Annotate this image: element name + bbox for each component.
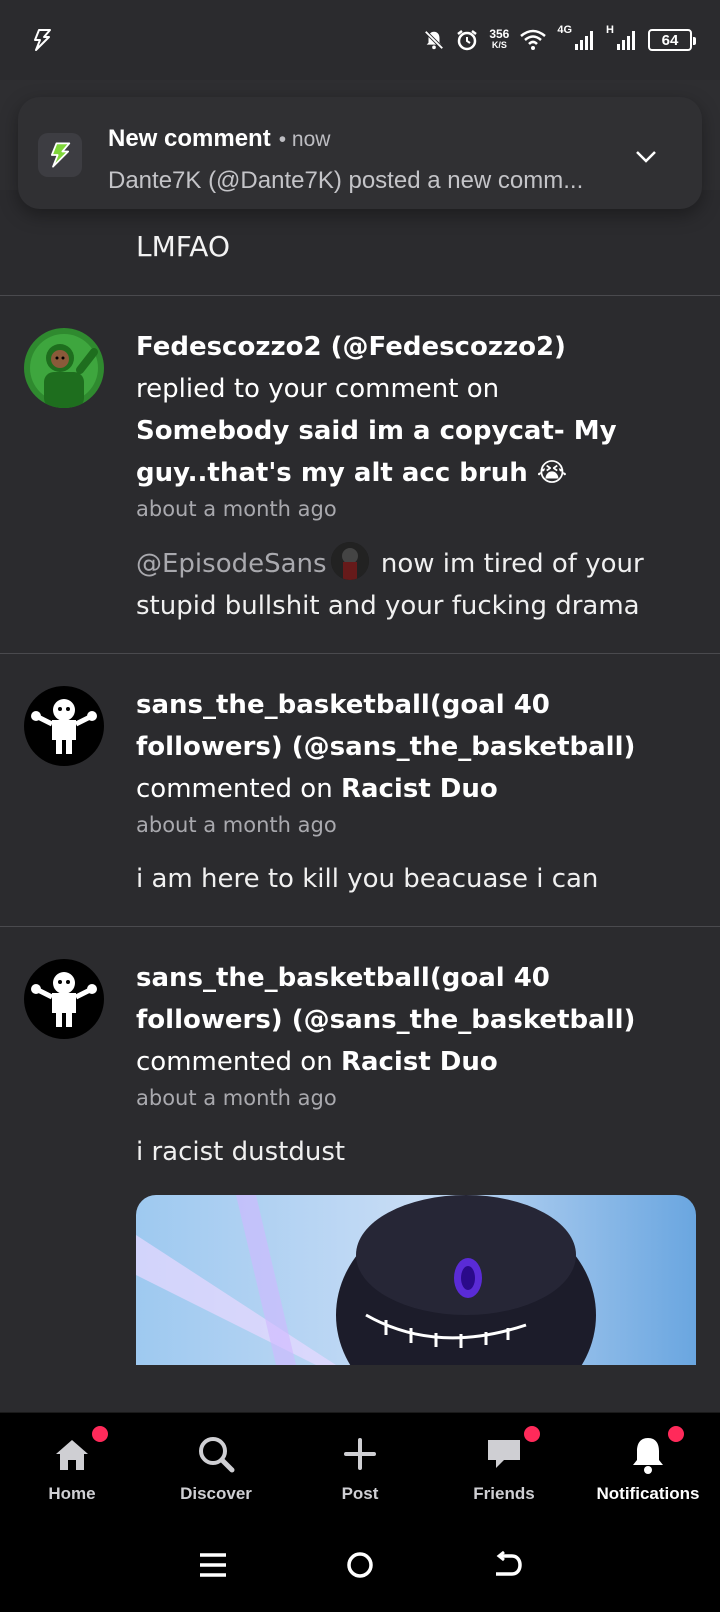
timestamp: about a month ago <box>136 497 337 521</box>
notification-title: sans_the_basketball(goal 40 followers) (… <box>136 684 700 810</box>
notification-item[interactable]: sans_the_basketball(goal 40 followers) (… <box>0 927 720 1391</box>
mute-icon <box>424 30 444 50</box>
post-link[interactable]: Racist Duo <box>341 1047 498 1077</box>
notification-item[interactable]: Fedescozzo2 (@Fedescozzo2) replied to yo… <box>0 296 720 654</box>
notification-badge <box>666 1424 686 1444</box>
search-icon <box>194 1432 238 1476</box>
notification-item[interactable]: sans_the_basketball(goal 40 followers) (… <box>0 654 720 927</box>
signal-icon <box>575 31 594 50</box>
timestamp: about a month ago <box>136 1086 337 1110</box>
nav-label: Friends <box>473 1484 535 1503</box>
notification-badge <box>90 1424 110 1444</box>
app-bolt-icon <box>34 29 51 51</box>
network-speed: 356 K/S <box>489 27 510 50</box>
post-link[interactable]: Racist Duo <box>341 774 498 804</box>
nav-friends[interactable]: Friends <box>432 1413 576 1518</box>
user-link[interactable]: sans_the_basketball(goal 40 followers) (… <box>136 963 635 1035</box>
comment-body: i am here to kill you beacuase i can <box>136 864 599 894</box>
nav-label: Post <box>341 1484 379 1503</box>
notification-badge <box>522 1424 542 1444</box>
home-icon <box>50 1424 110 1476</box>
chat-icon <box>482 1424 542 1476</box>
toast-title: New comment • now <box>108 125 331 152</box>
wifi-icon <box>520 29 547 50</box>
nav-home[interactable]: Home <box>0 1413 144 1518</box>
mention-link[interactable]: @EpisodeSans <box>136 549 327 579</box>
back-icon[interactable] <box>492 1551 522 1579</box>
comment-text: LMFAO <box>0 190 720 296</box>
system-navigation <box>0 1518 720 1612</box>
plus-icon <box>338 1432 382 1476</box>
bottom-navigation: Home Discover Post Friends Notifications <box>0 1412 720 1518</box>
action-text: replied to your comment on <box>136 374 500 404</box>
avatar[interactable] <box>24 328 104 408</box>
avatar[interactable] <box>24 959 104 1039</box>
timestamp: about a month ago <box>136 813 337 837</box>
post-link[interactable]: Somebody said im a copycat- My guy..that… <box>136 416 617 488</box>
alarm-icon <box>457 30 478 51</box>
nav-label: Discover <box>180 1484 252 1503</box>
network-type-2: H <box>606 24 614 36</box>
app-bolt-icon <box>38 133 82 177</box>
attached-image[interactable] <box>136 1195 696 1365</box>
user-link[interactable]: sans_the_basketball(goal 40 followers) (… <box>136 690 635 762</box>
nav-label: Notifications <box>596 1484 700 1503</box>
comment-body: i racist dustdust <box>136 1137 346 1167</box>
user-link[interactable]: Fedescozzo2 (@Fedescozzo2) <box>136 332 566 362</box>
action-text: commented on <box>136 774 333 804</box>
avatar[interactable] <box>24 686 104 766</box>
action-text: commented on <box>136 1047 333 1077</box>
comment-body: @EpisodeSans now im tired of your stupid… <box>136 542 700 627</box>
nav-post[interactable]: Post <box>288 1413 432 1518</box>
notification-feed[interactable]: LMFAO Fedescozzo2 (@Fedescozzo2) replied… <box>0 190 720 1391</box>
nav-discover[interactable]: Discover <box>144 1413 288 1518</box>
battery-indicator: 64 <box>648 29 696 51</box>
status-bar: 356 K/S 4G H 64 <box>0 0 720 80</box>
home-circle-icon[interactable] <box>345 1550 375 1580</box>
network-type: 4G <box>557 24 573 36</box>
notification-title: Fedescozzo2 (@Fedescozzo2) replied to yo… <box>136 326 700 494</box>
chevron-down-icon[interactable] <box>634 149 658 170</box>
mini-avatar <box>330 542 369 580</box>
bell-icon <box>626 1424 686 1476</box>
nav-label: Home <box>48 1484 96 1503</box>
notification-title: sans_the_basketball(goal 40 followers) (… <box>136 957 700 1083</box>
nav-notifications[interactable]: Notifications <box>576 1413 720 1518</box>
menu-icon[interactable] <box>198 1551 228 1579</box>
signal-icon-2 <box>617 31 635 50</box>
